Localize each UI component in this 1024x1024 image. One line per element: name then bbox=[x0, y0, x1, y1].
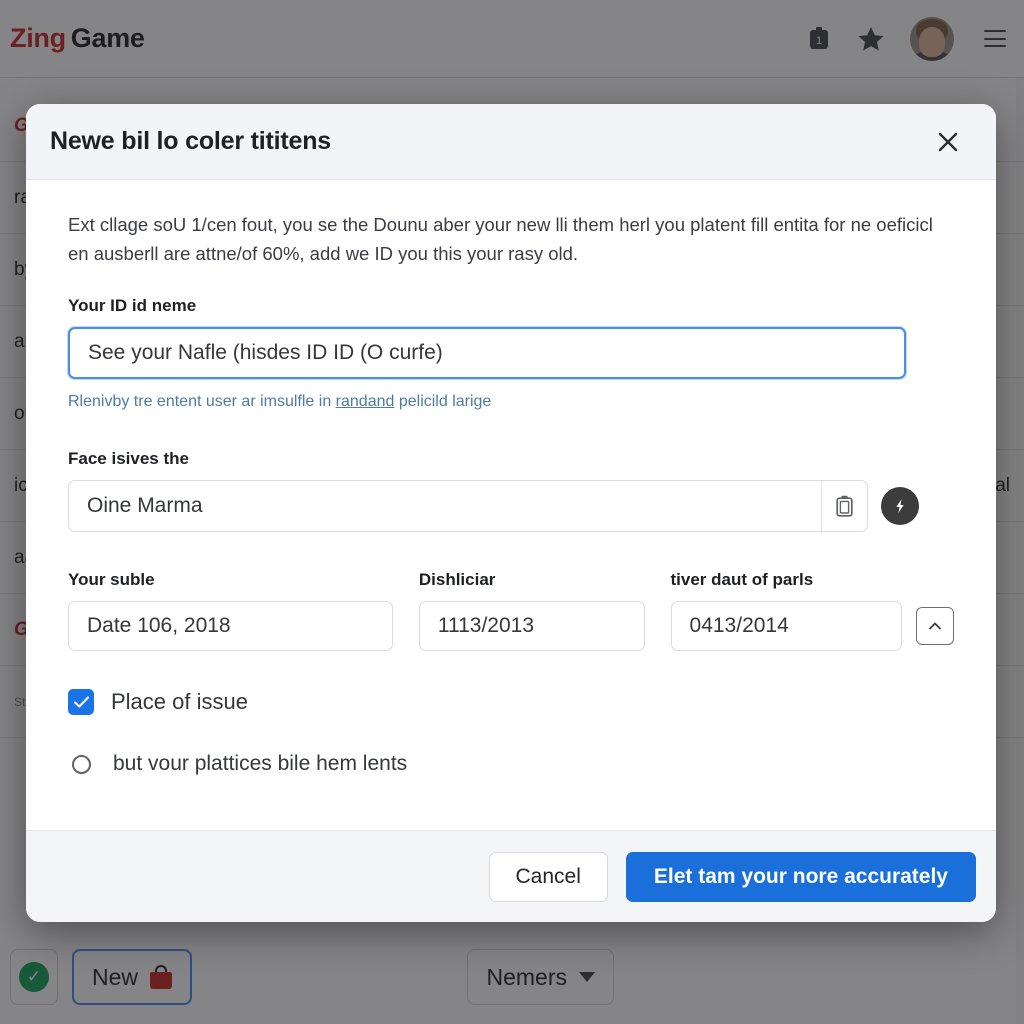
check-icon bbox=[73, 696, 89, 708]
id-field-helper: Rlenivby tre entent user ar imsulfle in … bbox=[68, 393, 954, 411]
date-field-value-2: 1113/2013 bbox=[437, 614, 535, 638]
modal-title: Newe bil lo coler tititens bbox=[50, 127, 331, 155]
helper-prefix: Rlenivby tre entent user ar imsulfle in bbox=[68, 393, 336, 411]
modal-body: Ext cllage soU 1/cen fout, you se the Do… bbox=[26, 180, 996, 830]
id-field-label: Your ID id neme bbox=[68, 296, 197, 316]
close-icon[interactable] bbox=[928, 122, 968, 162]
id-field-input[interactable]: See your Nafle (hisdes ID ID (O curfe) bbox=[68, 327, 906, 380]
checkbox-checked[interactable] bbox=[68, 689, 94, 716]
modal-dialog: Newe bil lo coler tititens Ext cllage so… bbox=[26, 104, 996, 922]
option-radio-label: but vour plattices bile hem lents bbox=[113, 752, 408, 776]
helper-inline-link[interactable]: randand bbox=[336, 393, 395, 410]
date-field-group-1: Your suble Date 106, 2018 bbox=[68, 570, 393, 652]
date-fields-row: Your suble Date 106, 2018 Dishliciar 111… bbox=[68, 570, 954, 652]
clipboard-icon[interactable] bbox=[821, 481, 867, 532]
id-field-value: See your Nafle (hisdes ID ID (O curfe) bbox=[88, 341, 443, 365]
face-field-label: Face isives the bbox=[68, 449, 189, 469]
face-field-input[interactable]: Oine Marma bbox=[68, 480, 868, 533]
date-field-group-3: tiver daut of parls 0413/2014 bbox=[670, 570, 902, 652]
chevron-up-icon bbox=[929, 622, 941, 630]
date-field-input-1[interactable]: Date 106, 2018 bbox=[68, 601, 393, 652]
modal-intro-text: Ext cllage soU 1/cen fout, you se the Do… bbox=[68, 214, 933, 265]
field-group-face: Face isives the Oine Marma bbox=[68, 449, 954, 533]
chevron-up-icon-button[interactable] bbox=[916, 607, 954, 646]
date-field-input-3[interactable]: 0413/2014 bbox=[670, 601, 902, 652]
date-field-label-1: Your suble bbox=[68, 570, 155, 590]
date-field-value-3: 0413/2014 bbox=[689, 614, 789, 638]
place-of-issue-checkbox-row[interactable]: Place of issue bbox=[68, 689, 954, 716]
helper-suffix: pelicild larige bbox=[394, 393, 492, 411]
field-group-id: Your ID id neme See your Nafle (hisdes I… bbox=[68, 296, 954, 411]
radio-unselected[interactable] bbox=[72, 754, 91, 774]
bolt-icon-button[interactable] bbox=[881, 487, 919, 526]
date-field-label-2: Dishliciar bbox=[418, 570, 496, 590]
modal-header: Newe bil lo coler tititens bbox=[26, 104, 996, 180]
submit-button[interactable]: Elet tam your nore accurately bbox=[625, 851, 976, 902]
date-field-group-2: Dishliciar 1113/2013 bbox=[418, 570, 645, 652]
modal-footer: Cancel Elet tam your nore accurately bbox=[26, 830, 996, 922]
date-field-value-1: Date 106, 2018 bbox=[87, 614, 231, 638]
date-field-input-2[interactable]: 1113/2013 bbox=[418, 601, 645, 652]
screen-root: ZingGame 1 bbox=[0, 0, 1024, 1024]
face-field-value: Oine Marma bbox=[87, 494, 203, 518]
face-field-row: Oine Marma bbox=[68, 480, 954, 533]
bolt-icon bbox=[896, 499, 904, 514]
place-of-issue-label: Place of issue bbox=[111, 689, 248, 715]
date-field-label-3: tiver daut of parls bbox=[670, 570, 814, 590]
option-radio-row[interactable]: but vour plattices bile hem lents bbox=[68, 752, 954, 776]
cancel-button[interactable]: Cancel bbox=[488, 851, 608, 902]
